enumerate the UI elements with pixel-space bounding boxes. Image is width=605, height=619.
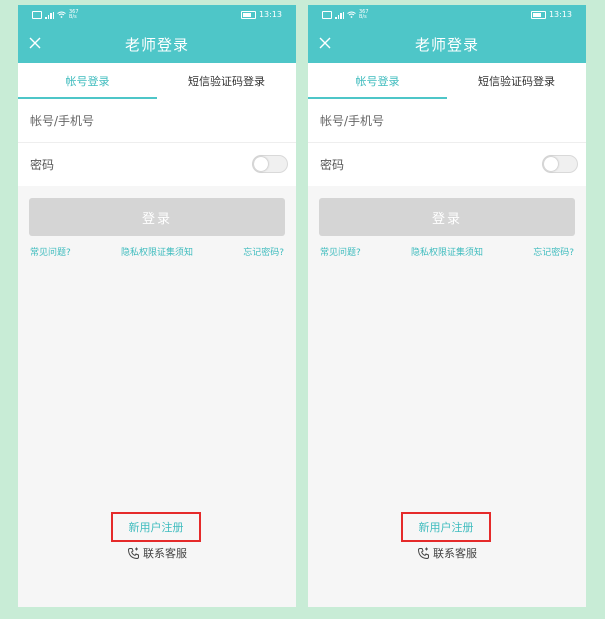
login-tabs: 帐号登录 短信验证码登录 [18, 63, 296, 99]
status-bar: 367 B/s 13:13 [308, 5, 586, 25]
forgot-password-link[interactable]: 忘记密码? [243, 245, 284, 258]
status-time: 13:13 [258, 10, 282, 19]
register-button[interactable]: 新用户注册 [401, 512, 491, 542]
account-input[interactable] [320, 113, 574, 128]
contact-support-label: 联系客服 [143, 547, 187, 560]
login-tabs: 帐号登录 短信验证码登录 [308, 63, 586, 99]
account-input[interactable] [30, 113, 284, 128]
password-label: 密码 [320, 158, 345, 172]
help-links: 常见问题? 隐私权限证集须知 忘记密码? [308, 245, 586, 258]
account-field-row [308, 99, 586, 142]
password-label: 密码 [30, 158, 55, 172]
login-form: 密码 [308, 99, 586, 186]
faq-link[interactable]: 常见问题? [30, 245, 71, 258]
forgot-password-link[interactable]: 忘记密码? [533, 245, 574, 258]
register-button[interactable]: 新用户注册 [111, 512, 201, 542]
password-field-row: 密码 [308, 142, 586, 186]
signal-icon [335, 11, 344, 19]
status-indicators: 367 B/s [32, 10, 79, 20]
status-bar: 367 B/s 13:13 [18, 5, 296, 25]
sim-icon [322, 11, 332, 19]
status-right: 13:13 [240, 10, 282, 19]
battery-icon [530, 10, 546, 19]
wifi-icon [57, 11, 66, 20]
status-indicators: 367 B/s [322, 10, 369, 20]
contact-support-button[interactable]: 联系客服 [308, 545, 586, 561]
password-visibility-toggle[interactable] [542, 155, 578, 173]
app-header: 367 B/s 13:13 老师登录 帐号登录 短信验证码登录 [18, 5, 296, 99]
login-button[interactable]: 登录 [319, 198, 575, 236]
contact-support-label: 联系客服 [433, 547, 477, 560]
sim-icon [32, 11, 42, 19]
toggle-knob [544, 157, 558, 171]
privacy-link[interactable]: 隐私权限证集须知 [121, 245, 193, 258]
app-header: 367 B/s 13:13 老师登录 帐号登录 短信验证码登录 [308, 5, 586, 99]
page-title: 老师登录 [124, 35, 189, 54]
login-form: 密码 [18, 99, 296, 186]
contact-support-button[interactable]: 联系客服 [18, 545, 296, 561]
title-bar: 老师登录 [18, 25, 296, 63]
page-title: 老师登录 [414, 35, 479, 54]
status-right: 13:13 [530, 10, 572, 19]
password-field-row: 密码 [18, 142, 296, 186]
account-field-row [18, 99, 296, 142]
faq-link[interactable]: 常见问题? [320, 245, 361, 258]
login-button[interactable]: 登录 [29, 198, 285, 236]
tab-sms-login[interactable]: 短信验证码登录 [447, 63, 586, 99]
close-icon[interactable] [318, 35, 332, 49]
help-links: 常见问题? 隐私权限证集须知 忘记密码? [18, 245, 296, 258]
phone-screen-left: 367 B/s 13:13 老师登录 帐号登录 短信验证码登录 密码 [18, 5, 296, 607]
tab-sms-login[interactable]: 短信验证码登录 [157, 63, 296, 99]
privacy-link[interactable]: 隐私权限证集须知 [411, 245, 483, 258]
tab-account-login[interactable]: 帐号登录 [308, 63, 447, 99]
phone-icon [417, 547, 430, 560]
close-icon[interactable] [28, 35, 42, 49]
tab-account-login[interactable]: 帐号登录 [18, 63, 157, 99]
wifi-icon [347, 11, 356, 20]
password-visibility-toggle[interactable] [252, 155, 288, 173]
title-bar: 老师登录 [308, 25, 586, 63]
signal-icon [45, 11, 54, 19]
status-time: 13:13 [548, 10, 572, 19]
toggle-knob [254, 157, 268, 171]
network-speed-unit: B/s [69, 14, 77, 20]
network-speed-unit: B/s [359, 14, 367, 20]
phone-icon [127, 547, 140, 560]
battery-icon [240, 10, 256, 19]
phone-screen-right: 367 B/s 13:13 老师登录 帐号登录 短信验证码登录 密码 [308, 5, 586, 607]
